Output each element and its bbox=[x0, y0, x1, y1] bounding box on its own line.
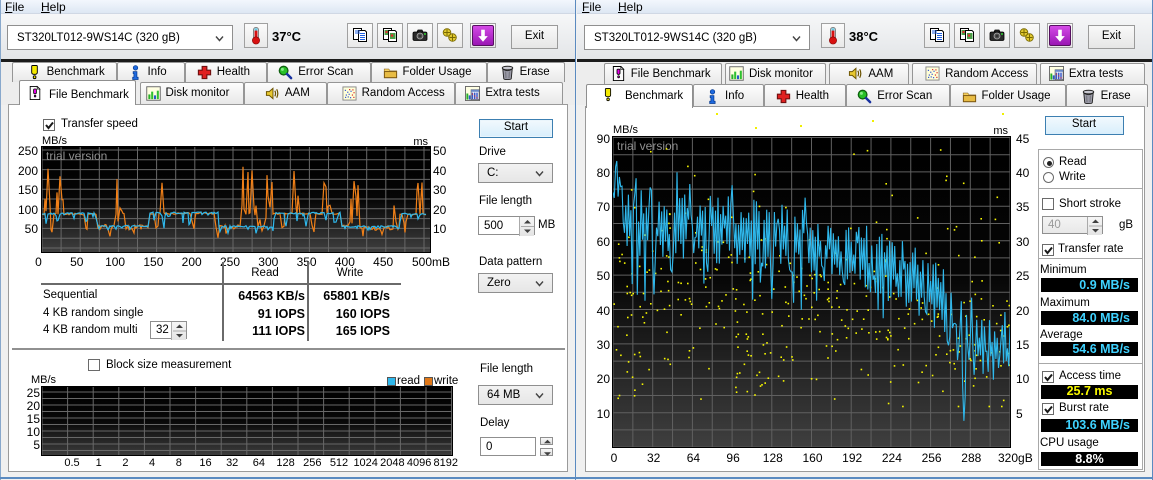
svg-text:trial version: trial version bbox=[617, 139, 678, 153]
svg-text:trial version: trial version bbox=[46, 149, 107, 163]
